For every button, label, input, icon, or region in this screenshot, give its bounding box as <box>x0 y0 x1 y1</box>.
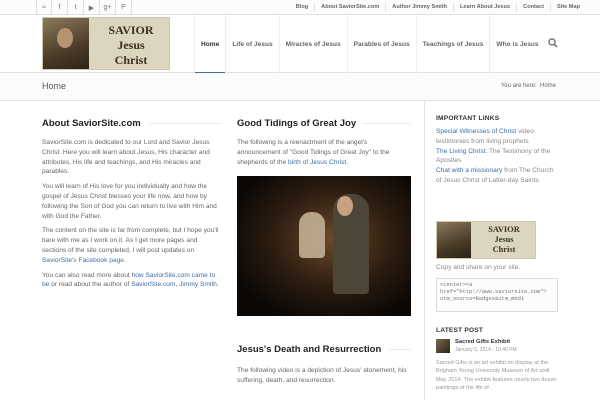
top-link-author[interactable]: Author Jimmy Smith <box>385 3 453 12</box>
post-date: January 5, 2014 - 10:40 PM <box>455 347 517 353</box>
important-link-item: The Living Christ: The Testimony of the … <box>436 147 551 165</box>
top-bar: ≈ f t ▶ g+ P Blog About SaviorSite.com A… <box>0 0 600 15</box>
facebook-icon[interactable]: f <box>52 0 68 15</box>
living-christ-link[interactable]: The Living Christ <box>436 148 485 155</box>
page-title: Home <box>42 81 67 91</box>
nativity-video[interactable] <box>237 176 411 317</box>
logo-line2: Jesus <box>117 38 145 52</box>
search-icon[interactable] <box>548 38 558 48</box>
sidebar: IMPORTANT LINKS Special Witnesses of Chr… <box>424 101 600 400</box>
top-link-learn[interactable]: Learn About Jesus <box>453 3 516 12</box>
top-link-blog[interactable]: Blog <box>290 3 314 12</box>
badge-image <box>437 222 471 258</box>
badge-widget: SAVIOR Jesus Christ Copy and share on yo… <box>436 221 558 312</box>
share-text: Copy and share on your site. <box>436 264 521 271</box>
logo-image <box>43 18 89 69</box>
post-excerpt: Sacred Gifts is an art exhibit on displa… <box>436 360 557 392</box>
death-paragraph: The following video is a depiction of Je… <box>237 367 407 385</box>
latest-post-item[interactable]: Sacred Gifts Exhibit January 5, 2014 - 1… <box>436 339 558 353</box>
facebook-page-link[interactable]: SaviorSite's Facebook page <box>42 257 124 264</box>
about-heading: About SaviorSite.com <box>42 118 220 129</box>
rss-icon[interactable]: ≈ <box>36 0 52 15</box>
about-paragraph: The content on the site is far from comp… <box>42 227 219 264</box>
important-links-heading: IMPORTANT LINKS <box>436 115 500 122</box>
nav-teachings[interactable]: Teachings of Jesus <box>415 15 490 73</box>
missionary-chat-link[interactable]: Chat with a missionary <box>436 167 502 174</box>
post-thumbnail <box>436 339 450 353</box>
nav-life-of-jesus[interactable]: Life of Jesus <box>225 15 278 73</box>
author-link[interactable]: SaviorSite.com, Jimmy Smith <box>131 281 217 288</box>
nav-parables[interactable]: Parables of Jesus <box>346 15 416 73</box>
latest-post-heading: LATEST POST <box>436 327 484 334</box>
important-link-item: Special Witnesses of Christ video testim… <box>436 128 534 145</box>
nav-miracles[interactable]: Miracles of Jesus <box>278 15 347 73</box>
top-nav: Blog About SaviorSite.com Author Jimmy S… <box>290 0 586 15</box>
tidings-heading: Good Tidings of Great Joy <box>237 118 411 129</box>
about-paragraph: SaviorSite.com is dedicated to our Lord … <box>42 139 210 176</box>
main-nav: Home Life of Jesus Miracles of Jesus Par… <box>194 15 545 74</box>
about-paragraph: You will learn of His love for you indiv… <box>42 183 217 220</box>
google-plus-icon[interactable]: g+ <box>100 0 116 15</box>
about-section: About SaviorSite.com SaviorSite.com is d… <box>42 118 220 295</box>
badge-line3: Christ <box>492 245 516 254</box>
top-link-sitemap[interactable]: Site Map <box>549 3 586 12</box>
nav-home[interactable]: Home <box>194 15 226 74</box>
tidings-paragraph: The following is a reenactment of the an… <box>237 139 390 166</box>
important-link-item: Chat with a missionary from The Church o… <box>436 167 554 184</box>
top-link-contact[interactable]: Contact <box>516 3 550 12</box>
latest-post-widget: LATEST POST Sacred Gifts Exhibit January… <box>436 327 558 393</box>
embed-code-textarea[interactable]: <center><a href="http://www.saviorsite.c… <box>436 277 558 312</box>
top-link-about[interactable]: About SaviorSite.com <box>314 3 385 12</box>
important-links-widget: IMPORTANT LINKS Special Witnesses of Chr… <box>436 115 558 191</box>
birth-of-jesus-link[interactable]: birth of Jesus Christ <box>288 159 346 166</box>
title-bar: Home You are here: Home <box>0 73 600 101</box>
breadcrumb: You are here: Home <box>501 83 556 89</box>
site-logo[interactable]: SAVIOR Jesus Christ <box>42 17 170 70</box>
site-header: SAVIOR Jesus Christ Home Life of Jesus M… <box>0 15 600 74</box>
death-heading: Jesus's Death and Resurrection <box>237 344 411 355</box>
nav-who-is-jesus[interactable]: Who is Jesus <box>489 15 544 73</box>
special-witnesses-link[interactable]: Special Witnesses of Christ <box>436 128 516 135</box>
badge-line2: Jesus <box>494 235 514 244</box>
about-paragraph: You can also read more about how SaviorS… <box>42 271 219 289</box>
video-figure <box>299 212 325 259</box>
breadcrumb-home[interactable]: Home <box>540 83 556 89</box>
twitter-icon[interactable]: t <box>68 0 84 15</box>
site-badge[interactable]: SAVIOR Jesus Christ <box>436 221 536 259</box>
pinterest-icon[interactable]: P <box>116 0 132 15</box>
badge-line1: SAVIOR <box>488 225 520 234</box>
tidings-section: Good Tidings of Great Joy The following … <box>237 118 411 391</box>
logo-line3: Christ <box>114 53 148 67</box>
logo-line1: SAVIOR <box>108 23 154 37</box>
post-title[interactable]: Sacred Gifts Exhibit <box>455 339 517 345</box>
youtube-icon[interactable]: ▶ <box>84 0 100 15</box>
social-icons: ≈ f t ▶ g+ P <box>36 0 132 15</box>
breadcrumb-prefix: You are here: <box>500 83 537 89</box>
